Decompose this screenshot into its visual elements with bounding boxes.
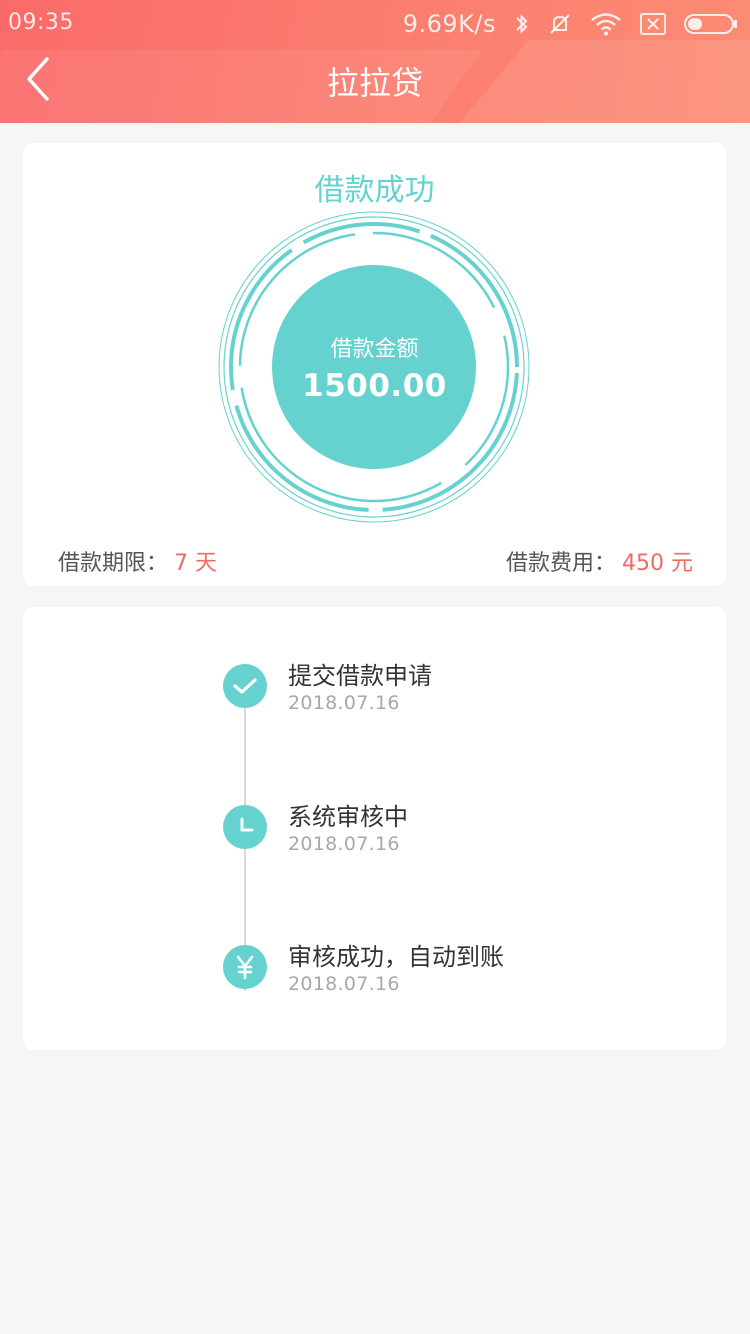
app-header: 09:35 9.69K/s 拉拉贷 xyxy=(0,0,750,123)
amount-label: 借款金额 xyxy=(330,337,419,362)
status-icons: 9.69K/s xyxy=(403,8,738,40)
bluetooth-icon xyxy=(514,12,530,36)
header-decoration xyxy=(0,50,483,123)
no-sim-icon xyxy=(640,13,666,35)
timeline-step-submitted: 提交借款申请 2018.07.16 xyxy=(223,662,703,744)
amount-ring-graphic xyxy=(218,211,530,523)
timeline-step-date: 2018.07.16 xyxy=(288,692,400,714)
page: 09:35 9.69K/s 拉拉贷 借款成功 借款金额 1500.00 借款期限… xyxy=(0,0,750,1334)
status-title: 借款成功 xyxy=(314,173,435,208)
status-time: 09:35 xyxy=(8,10,74,35)
loan-term: 借款期限： 7 天 xyxy=(58,545,217,577)
clock-icon xyxy=(223,805,267,849)
status-bar: 09:35 9.69K/s xyxy=(0,0,750,48)
loan-fee-value: 450 元 xyxy=(622,551,693,576)
loan-fee: 借款费用： 450 元 xyxy=(506,545,693,577)
progress-timeline-card: 提交借款申请 2018.07.16 系统审核中 2018.07.16 审核成功，… xyxy=(23,607,726,1050)
net-speed: 9.69K/s xyxy=(402,10,496,38)
timeline-step-approved: 审核成功，自动到账 2018.07.16 xyxy=(223,943,703,1025)
timeline-step-title: 系统审核中 xyxy=(288,803,408,831)
loan-fee-label: 借款费用： xyxy=(505,551,616,576)
chevron-left-icon xyxy=(27,57,49,101)
timeline-step-reviewing: 系统审核中 2018.07.16 xyxy=(223,803,703,885)
back-button[interactable] xyxy=(18,56,58,102)
loan-term-value: 7 天 xyxy=(174,551,218,576)
loan-summary-card: 借款成功 借款金额 1500.00 借款期限： 7 天 借款费用： 450 元 xyxy=(23,143,726,586)
mute-icon xyxy=(548,12,572,36)
timeline-step-date: 2018.07.16 xyxy=(288,973,400,995)
check-icon xyxy=(223,664,267,708)
wifi-icon xyxy=(590,12,622,36)
timeline-step-title: 提交借款申请 xyxy=(288,662,432,690)
timeline-step-date: 2018.07.16 xyxy=(288,833,400,855)
timeline-step-title: 审核成功，自动到账 xyxy=(288,943,504,971)
loan-term-label: 借款期限： xyxy=(58,551,169,576)
battery-icon xyxy=(684,13,738,35)
amount-value: 1500.00 xyxy=(302,368,447,404)
yuan-icon xyxy=(223,945,267,989)
